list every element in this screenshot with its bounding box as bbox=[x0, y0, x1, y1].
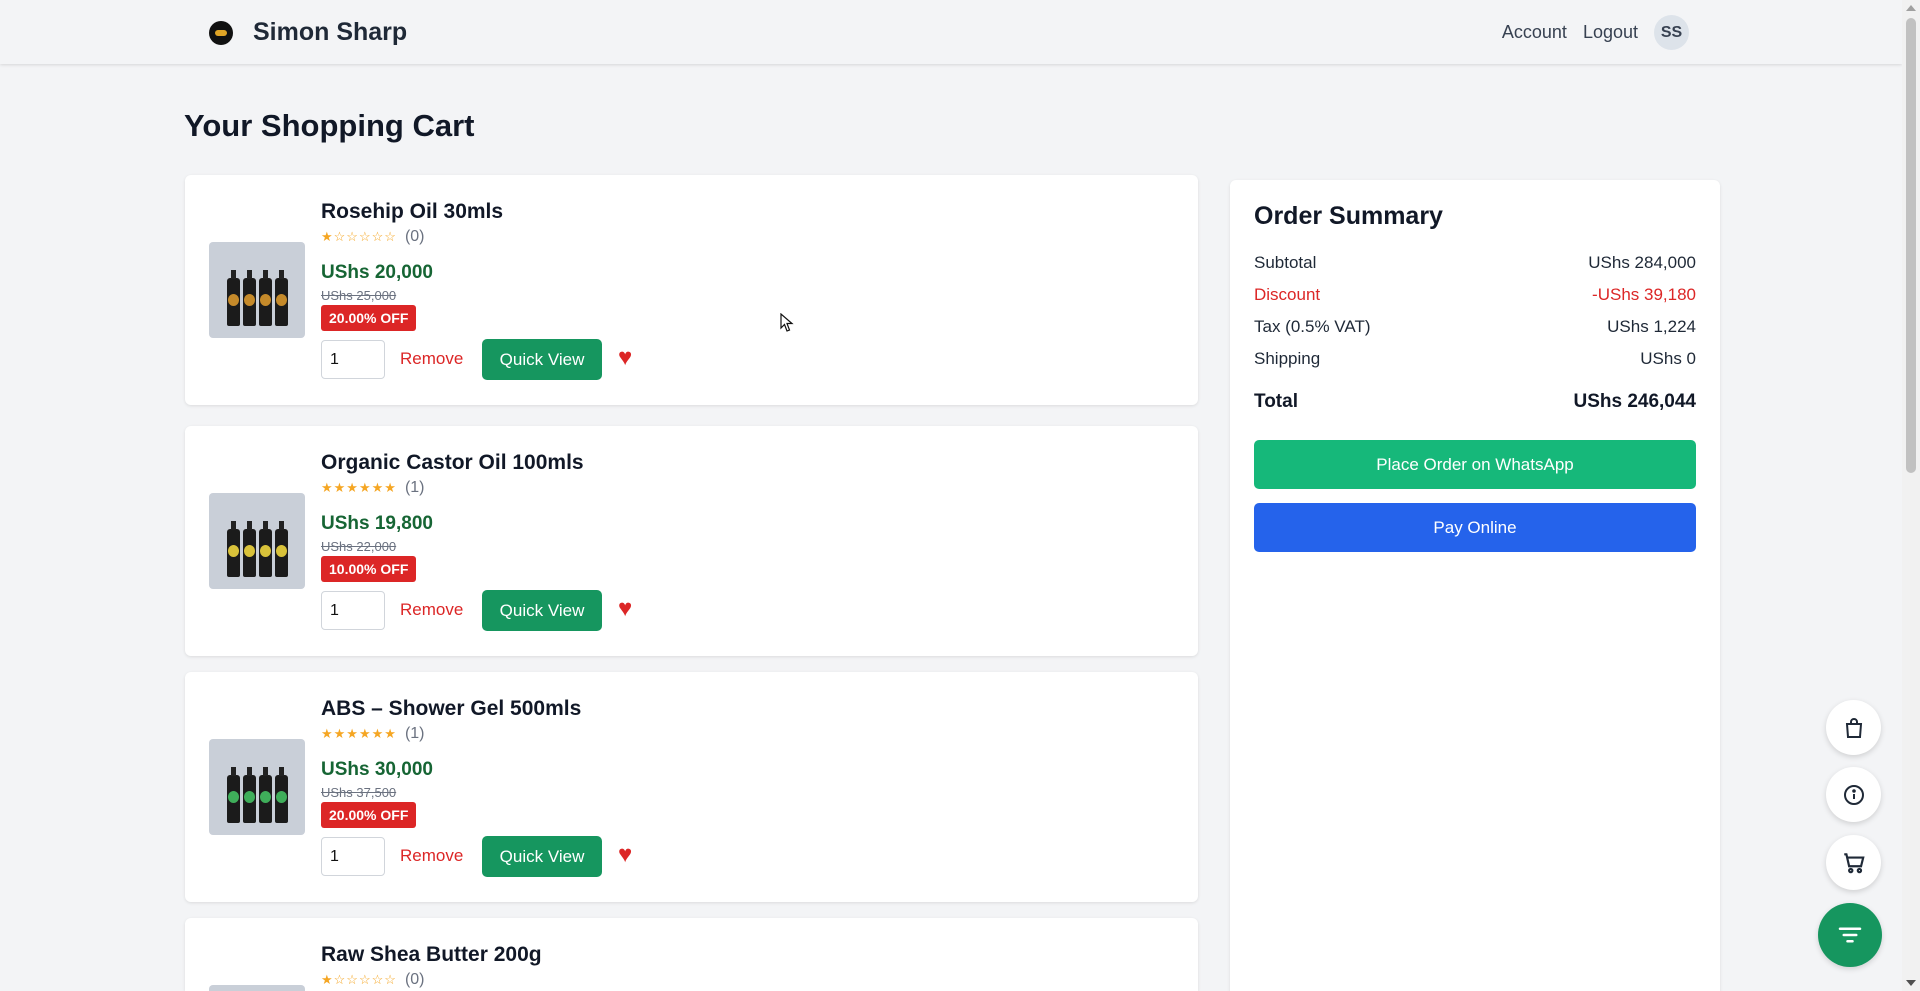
original-price: UShs 37,500 bbox=[321, 785, 397, 800]
top-navbar: Simon Sharp Account Logout SS bbox=[0, 0, 1902, 64]
order-summary: Order Summary Subtotal UShs 284,000 Disc… bbox=[1230, 180, 1720, 991]
scroll-up-icon[interactable] bbox=[1906, 5, 1916, 11]
remove-button[interactable]: Remove bbox=[400, 349, 463, 369]
product-rating: ★★★★★★ (1) bbox=[321, 725, 425, 743]
scroll-down-icon[interactable] bbox=[1906, 980, 1916, 986]
rating-count: (0) bbox=[404, 971, 425, 988]
brand[interactable]: Simon Sharp bbox=[209, 18, 407, 47]
rating-count: (1) bbox=[404, 479, 425, 496]
quantity-input[interactable] bbox=[321, 837, 385, 876]
rating-count: (0) bbox=[404, 228, 425, 245]
discount-badge: 10.00% OFF bbox=[321, 556, 417, 582]
shipping-value: UShs 0 bbox=[1640, 349, 1696, 368]
cart-item: Organic Castor Oil 100mls ★★★★★★ (1) USh… bbox=[185, 426, 1198, 656]
product-name[interactable]: Rosehip Oil 30mls bbox=[321, 200, 503, 224]
tax-label: Tax (0.5% VAT) bbox=[1254, 317, 1371, 336]
scroll-thumb[interactable] bbox=[1906, 18, 1916, 473]
quick-view-button[interactable]: Quick View bbox=[482, 590, 602, 631]
product-price: UShs 30,000 bbox=[321, 759, 433, 780]
remove-button[interactable]: Remove bbox=[400, 600, 463, 620]
quantity-input[interactable] bbox=[321, 340, 385, 379]
product-price: UShs 20,000 bbox=[321, 262, 433, 283]
original-price: UShs 22,000 bbox=[321, 539, 397, 554]
rating-stars: ★★★★★★ bbox=[321, 480, 397, 495]
heart-icon[interactable]: ♥ bbox=[618, 597, 632, 621]
cart-item: Rosehip Oil 30mls ★☆☆☆☆☆ (0) UShs 20,000… bbox=[185, 175, 1198, 405]
product-image[interactable] bbox=[209, 739, 305, 835]
subtotal-value: UShs 284,000 bbox=[1588, 253, 1696, 272]
rating-count: (1) bbox=[404, 725, 425, 742]
product-name[interactable]: Raw Shea Butter 200g bbox=[321, 943, 542, 967]
original-price: UShs 25,000 bbox=[321, 288, 397, 303]
total-label: Total bbox=[1254, 391, 1298, 412]
shopping-bag-icon[interactable] bbox=[1826, 700, 1881, 755]
shipping-row: Shipping UShs 0 bbox=[1254, 349, 1696, 369]
total-value: UShs 246,044 bbox=[1573, 391, 1696, 412]
summary-title: Order Summary bbox=[1254, 202, 1443, 230]
tax-value: UShs 1,224 bbox=[1607, 317, 1696, 336]
quantity-input[interactable] bbox=[321, 591, 385, 630]
scrollbar[interactable] bbox=[1902, 0, 1920, 991]
product-price: UShs 19,800 bbox=[321, 513, 433, 534]
shipping-label: Shipping bbox=[1254, 349, 1321, 368]
nav-links: Account Logout SS bbox=[1486, 15, 1689, 50]
tax-row: Tax (0.5% VAT) UShs 1,224 bbox=[1254, 317, 1696, 337]
brand-logo bbox=[209, 20, 233, 45]
quick-view-button[interactable]: Quick View bbox=[482, 836, 602, 877]
page-title: Your Shopping Cart bbox=[184, 108, 475, 143]
product-rating: ★☆☆☆☆☆ (0) bbox=[321, 228, 425, 246]
product-rating: ★★★★★★ (1) bbox=[321, 479, 425, 497]
info-icon[interactable] bbox=[1826, 767, 1881, 822]
quick-view-button[interactable]: Quick View bbox=[482, 339, 602, 380]
product-rating: ★☆☆☆☆☆ (0) bbox=[321, 971, 425, 989]
avatar[interactable]: SS bbox=[1654, 15, 1689, 50]
product-image[interactable] bbox=[209, 242, 305, 338]
cart-item: ABS – Shower Gel 500mls ★★★★★★ (1) UShs … bbox=[185, 672, 1198, 902]
cart-item: Raw Shea Butter 200g ★☆☆☆☆☆ (0) bbox=[185, 918, 1198, 991]
discount-label: Discount bbox=[1254, 285, 1321, 304]
subtotal-label: Subtotal bbox=[1254, 253, 1317, 272]
heart-icon[interactable]: ♥ bbox=[618, 843, 632, 867]
pay-online-button[interactable]: Pay Online bbox=[1254, 503, 1696, 552]
product-image[interactable] bbox=[209, 493, 305, 589]
whatsapp-order-button[interactable]: Place Order on WhatsApp bbox=[1254, 440, 1696, 489]
product-image[interactable] bbox=[209, 985, 305, 991]
product-name[interactable]: Organic Castor Oil 100mls bbox=[321, 451, 584, 475]
total-row: Total UShs 246,044 bbox=[1254, 391, 1696, 413]
discount-row: Discount -UShs 39,180 bbox=[1254, 285, 1696, 305]
discount-value: -UShs 39,180 bbox=[1592, 285, 1696, 304]
logout-link[interactable]: Logout bbox=[1583, 22, 1638, 43]
brand-name: Simon Sharp bbox=[253, 18, 408, 46]
cart-icon[interactable] bbox=[1826, 835, 1881, 890]
discount-badge: 20.00% OFF bbox=[321, 305, 417, 331]
account-link[interactable]: Account bbox=[1502, 22, 1567, 43]
remove-button[interactable]: Remove bbox=[400, 846, 463, 866]
product-name[interactable]: ABS – Shower Gel 500mls bbox=[321, 697, 581, 721]
mouse-cursor-icon bbox=[780, 312, 794, 338]
menu-icon[interactable] bbox=[1818, 903, 1882, 967]
heart-icon[interactable]: ♥ bbox=[618, 346, 632, 370]
subtotal-row: Subtotal UShs 284,000 bbox=[1254, 253, 1696, 273]
discount-badge: 20.00% OFF bbox=[321, 802, 417, 828]
rating-stars: ★☆☆☆☆☆ bbox=[321, 229, 397, 244]
rating-stars: ★☆☆☆☆☆ bbox=[321, 972, 397, 987]
rating-stars: ★★★★★★ bbox=[321, 726, 397, 741]
